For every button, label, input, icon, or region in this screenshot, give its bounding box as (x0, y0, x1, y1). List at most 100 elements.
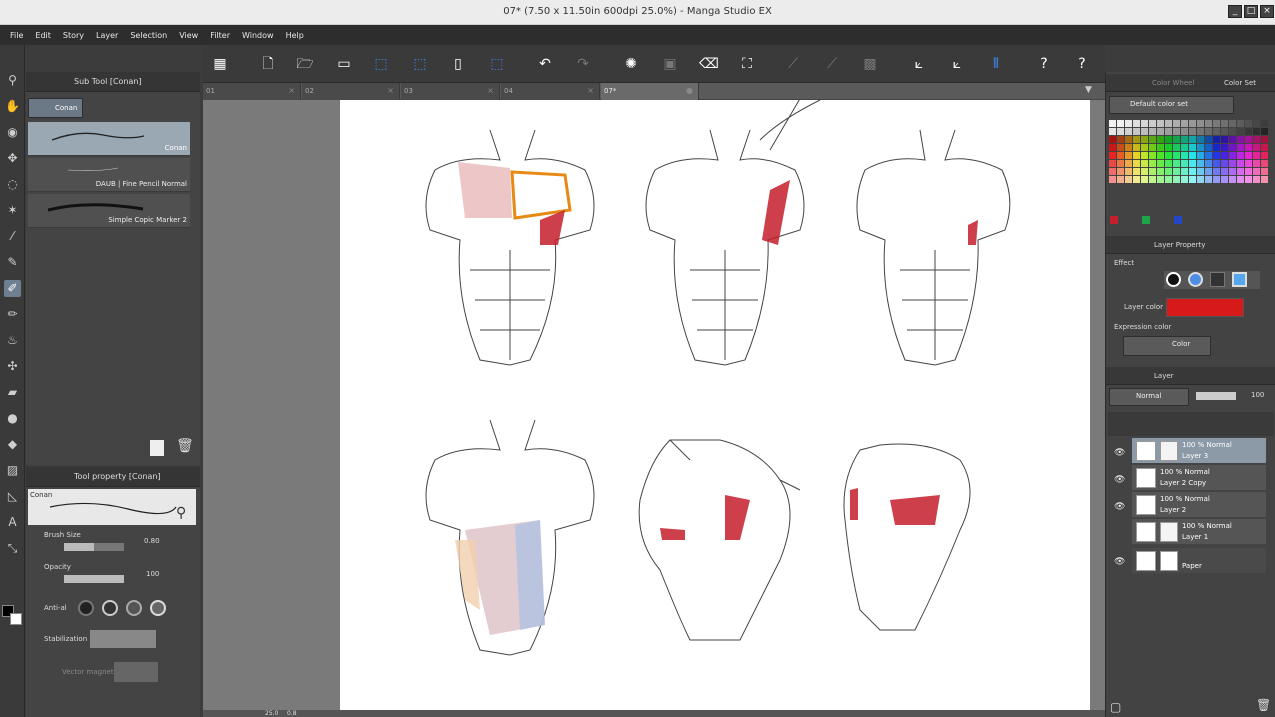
opacity-slider[interactable] (64, 575, 124, 583)
brush-item[interactable]: Conan (28, 122, 190, 156)
undo-icon[interactable]: ↶ (535, 54, 555, 74)
grid-ruler-icon[interactable]: ▩ (860, 54, 880, 74)
eye-icon[interactable]: 👁 (1114, 502, 1125, 512)
decoration-tool-icon[interactable]: ✣ (4, 358, 21, 375)
color-swatches[interactable] (1109, 120, 1269, 185)
brush-item[interactable]: Simple Copic Marker 2 (28, 194, 190, 228)
color-set-dropdown[interactable]: Default color set (1109, 96, 1234, 114)
page-icon[interactable]: ▯ (448, 54, 468, 74)
menu-window[interactable]: Window (236, 31, 280, 40)
gradient-tool-icon[interactable]: ▨ (4, 462, 21, 479)
eyedropper-tool-icon[interactable]: ⁄ (4, 228, 21, 245)
ruler-icon[interactable]: ⟋ (783, 54, 803, 74)
layer-row[interactable]: 100 % Normal Layer 2 (1132, 492, 1266, 518)
effect-pattern-icon[interactable] (1210, 272, 1225, 287)
blend-mode-dropdown[interactable]: Normal (1109, 388, 1189, 406)
menu-help[interactable]: Help (280, 31, 310, 40)
move-tool-icon[interactable]: ✥ (4, 150, 21, 167)
blend-tool-icon[interactable]: ● (4, 410, 21, 427)
text-tool-icon[interactable]: A (4, 514, 21, 531)
tab-04[interactable]: 04 × (501, 83, 600, 100)
hand-tool-icon[interactable]: ✋ (4, 98, 21, 115)
export-icon[interactable]: ⬚ (371, 54, 391, 74)
layer-color-swatch[interactable] (1166, 298, 1244, 317)
menu-edit[interactable]: Edit (29, 31, 57, 40)
loading-icon[interactable]: ✺ (621, 54, 641, 74)
layer-row[interactable]: 100 % Normal Layer 2 Copy (1132, 465, 1266, 491)
transform-icon[interactable]: ⛶ (737, 54, 757, 74)
import-icon[interactable]: ⬚ (410, 54, 430, 74)
eye-icon[interactable]: 👁 (1114, 448, 1125, 458)
menu-view[interactable]: View (173, 31, 204, 40)
trash-icon[interactable]: 🗑 (176, 438, 194, 454)
tab-07[interactable]: 07* ● (601, 83, 699, 100)
menu-story[interactable]: Story (57, 31, 90, 40)
tab-color-set[interactable]: Color Set (1224, 79, 1256, 87)
correct-line-tool-icon[interactable]: ⤡ (4, 540, 21, 557)
effect-color-icon[interactable] (1232, 272, 1247, 287)
eraser-tool-icon[interactable]: ▰ (4, 384, 21, 401)
menu-file[interactable]: File (4, 31, 29, 40)
stabilization-control[interactable] (90, 630, 156, 648)
eye-icon[interactable]: 👁 (1114, 475, 1125, 485)
pen-tool-icon[interactable]: ✎ (4, 254, 21, 271)
magnify-icon[interactable]: ⚲ (176, 505, 186, 521)
help2-icon[interactable]: ? (1072, 54, 1092, 74)
swatch-blue[interactable] (1174, 216, 1182, 224)
menu-layer[interactable]: Layer (90, 31, 124, 40)
new-file-icon[interactable]: 🗋 (258, 54, 278, 74)
zoom-tool-icon[interactable]: ⚲ (4, 72, 21, 89)
airbrush-tool-icon[interactable]: ♨ (4, 332, 21, 349)
brush-size-slider[interactable] (64, 543, 124, 551)
subtool-group-tab[interactable]: Conan (28, 98, 83, 118)
antialias-strong-button[interactable] (150, 600, 166, 616)
brush-tool-icon[interactable]: ✐ (4, 280, 21, 297)
grid-icon[interactable]: ▦ (210, 54, 230, 74)
delete-layer-icon[interactable]: 🗑 (1256, 698, 1271, 712)
layer-row[interactable]: 100 % Normal Layer 3 (1132, 438, 1266, 464)
snap-special-icon[interactable]: ⟀ (947, 54, 967, 74)
sub-color-swatch[interactable] (10, 613, 22, 625)
tab-color-wheel[interactable]: Color Wheel (1152, 79, 1194, 87)
canvas-paper[interactable] (340, 89, 1090, 710)
expression-color-dropdown[interactable]: Color (1123, 336, 1211, 356)
layer-opacity-slider[interactable] (1196, 392, 1236, 400)
new-layer-icon[interactable]: ▢ (1110, 700, 1121, 714)
close-icon[interactable]: × (387, 86, 394, 95)
vector-magnet-control[interactable] (114, 662, 158, 682)
figure-tool-icon[interactable]: ◺ (4, 488, 21, 505)
close-icon[interactable]: × (288, 86, 295, 95)
menu-filter[interactable]: Filter (204, 31, 236, 40)
antialias-weak-button[interactable] (102, 600, 118, 616)
object-tool-icon[interactable]: ◉ (4, 124, 21, 141)
fill-selection-icon[interactable]: ▣ (660, 54, 680, 74)
minimize-button[interactable]: _ (1228, 5, 1242, 18)
lasso-tool-icon[interactable]: ◌ (4, 176, 21, 193)
ruler2-icon[interactable]: ⟋ (822, 54, 842, 74)
help-icon[interactable]: ? (1034, 54, 1054, 74)
close-icon[interactable]: × (587, 86, 594, 95)
brush-item[interactable]: DAUB | Fine Pencil Normal (28, 158, 190, 192)
tab-03[interactable]: 03 × (401, 83, 500, 100)
layer-row[interactable]: 100 % Normal Layer 1 (1132, 519, 1266, 545)
select-icon[interactable]: ⬚ (487, 54, 507, 74)
redo-icon[interactable]: ↷ (573, 54, 593, 74)
tab-02[interactable]: 02 × (302, 83, 400, 100)
tab-dropdown-icon[interactable]: ▼ (1085, 85, 1092, 95)
modified-dot-icon[interactable]: ● (686, 86, 693, 95)
new-subtool-icon[interactable] (150, 440, 164, 456)
menu-selection[interactable]: Selection (124, 31, 173, 40)
pencil-tool-icon[interactable]: ✏ (4, 306, 21, 323)
wand-tool-icon[interactable]: ✶ (4, 202, 21, 219)
antialias-mid-button[interactable] (126, 600, 142, 616)
layer-row[interactable]: Paper (1132, 548, 1266, 574)
snap-ruler-icon[interactable]: ⟀ (909, 54, 929, 74)
swatch-red[interactable] (1110, 216, 1118, 224)
eraser-icon[interactable]: ⌫ (699, 54, 719, 74)
save-icon[interactable]: ▭ (334, 54, 354, 74)
effect-border-icon[interactable] (1166, 272, 1181, 287)
close-button[interactable]: × (1260, 5, 1274, 18)
close-icon[interactable]: × (487, 86, 494, 95)
antialias-none-button[interactable] (78, 600, 94, 616)
swatch-green[interactable] (1142, 216, 1150, 224)
